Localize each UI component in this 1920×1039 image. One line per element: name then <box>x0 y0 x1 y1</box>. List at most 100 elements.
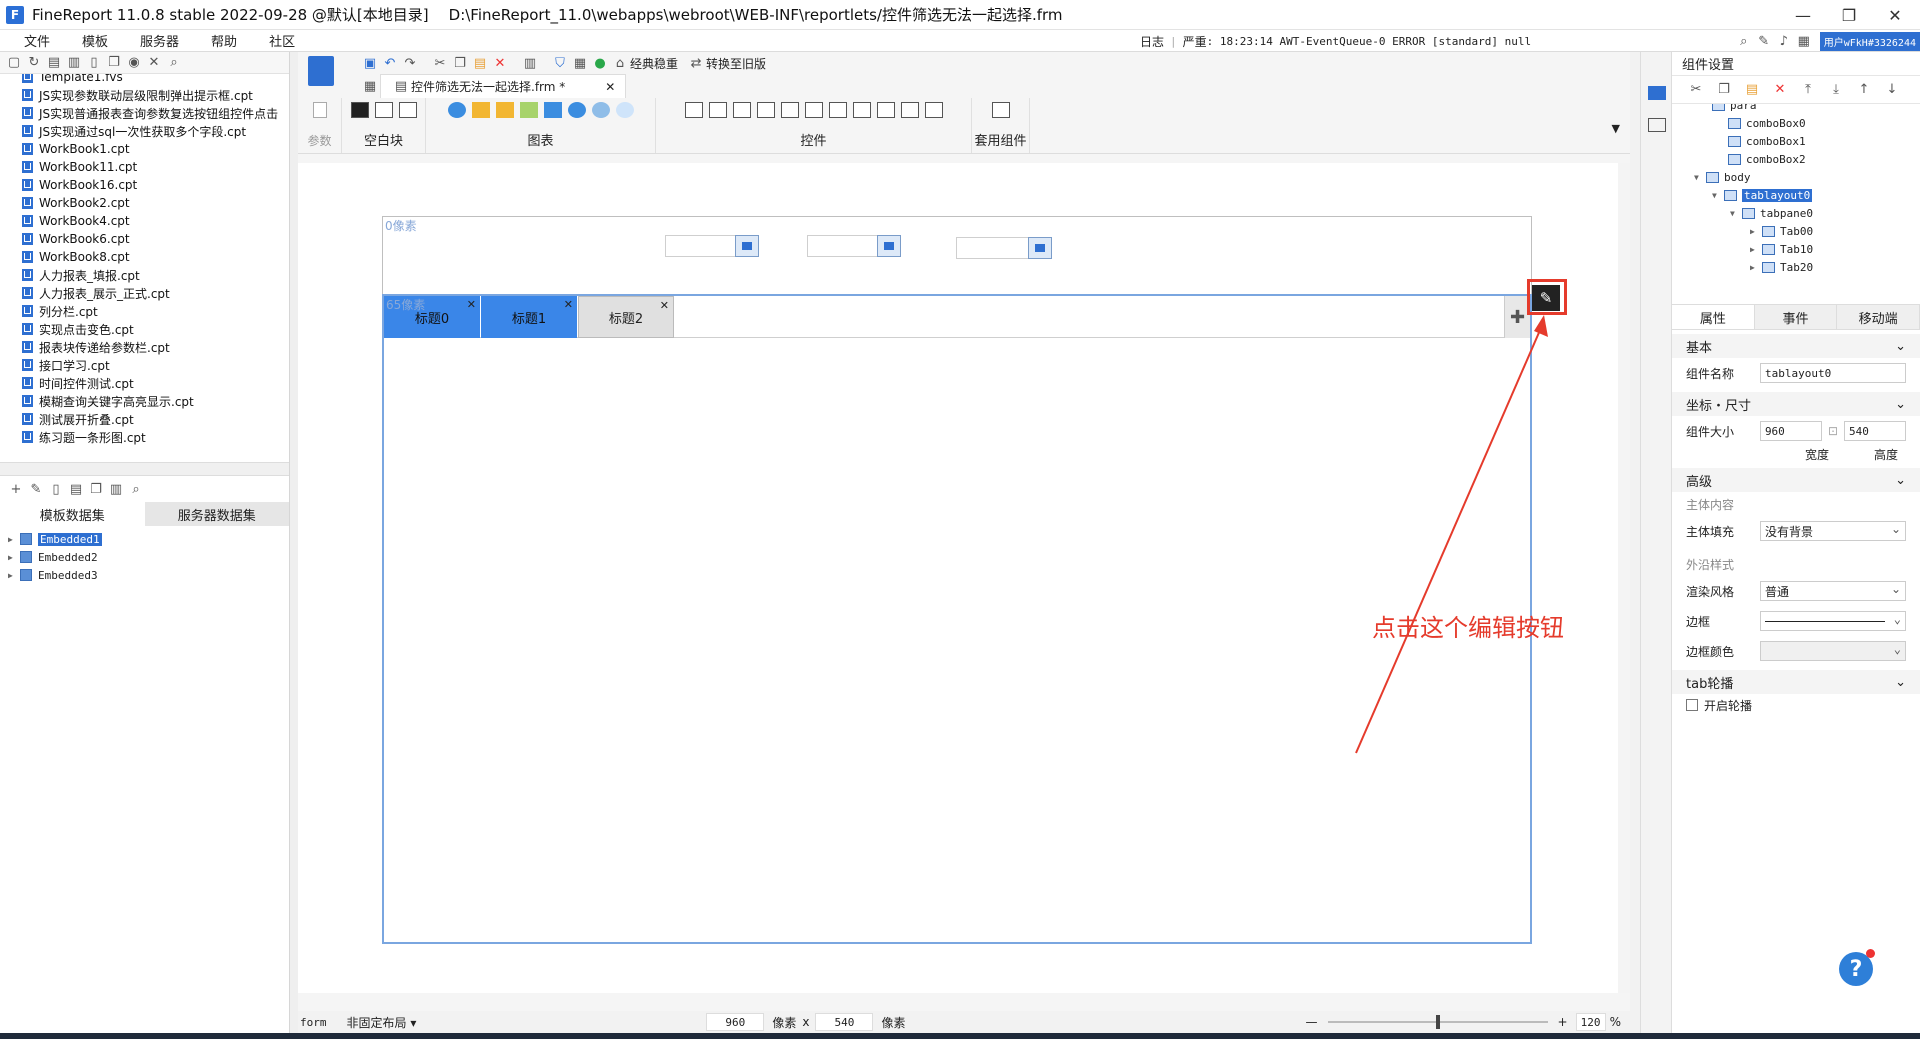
vertical-scrollbar[interactable] <box>1618 163 1630 993</box>
gauge-chart-icon[interactable] <box>567 102 586 118</box>
zoom-in-icon[interactable]: + <box>1558 1015 1568 1029</box>
expand-icon[interactable]: ▶ <box>8 571 20 580</box>
checkbox-control-icon[interactable] <box>876 102 895 118</box>
dataset-item[interactable]: ▶ Embedded2 <box>0 548 289 566</box>
file-item[interactable]: 列分栏.cpt <box>0 302 289 320</box>
document-tab[interactable]: ▤ 控件筛选无法一起选择.frm * ✕ <box>380 74 627 98</box>
file-item[interactable]: WorkBook11.cpt <box>0 158 289 176</box>
template-component-icon[interactable] <box>991 102 1010 118</box>
preview-control-icon[interactable] <box>924 102 943 118</box>
search-dataset-icon[interactable]: ⌕ <box>126 479 146 499</box>
search-files-icon[interactable]: ⌕ <box>164 53 184 73</box>
collapse-icon[interactable]: ✕ <box>144 53 164 73</box>
canvas-height-field[interactable]: 540 <box>815 1013 874 1031</box>
server-dataset-icon[interactable]: ▥ <box>106 479 126 499</box>
zoom-out-icon[interactable]: — <box>1306 1015 1318 1029</box>
valid-icon[interactable]: ● <box>590 53 610 73</box>
redo-icon[interactable]: ↷ <box>400 53 420 73</box>
param-icon[interactable] <box>312 102 327 118</box>
file-item[interactable]: 练习题一条形图.cpt <box>0 428 289 446</box>
combobox2[interactable] <box>956 237 1052 259</box>
section-advanced[interactable]: 高级 ⌄ <box>1672 468 1920 492</box>
copy-icon[interactable]: ❐ <box>450 53 470 73</box>
tree-node-combobox1[interactable]: comboBox1 <box>1728 132 1806 150</box>
convert-legacy-button[interactable]: ⇄ 转换至旧版 <box>686 53 766 73</box>
grid-icon[interactable]: ▦ <box>360 76 380 96</box>
tab-menu-icon[interactable]: ▼ <box>1612 122 1620 135</box>
file-item[interactable]: WorkBook16.cpt <box>0 176 289 194</box>
open-icon[interactable]: ▤ <box>44 53 64 73</box>
minimize-button[interactable]: — <box>1780 0 1826 30</box>
preview-dataset-icon[interactable]: ▤ <box>66 479 86 499</box>
file-item[interactable]: 实现点击变色.cpt <box>0 320 289 338</box>
radio-control-icon[interactable] <box>900 102 919 118</box>
tree-node-tab10[interactable]: ▶ Tab10 <box>1750 240 1813 258</box>
notes-icon[interactable]: ✎ <box>1754 31 1774 51</box>
refresh-icon[interactable]: ↻ <box>24 53 44 73</box>
copy-icon[interactable]: ❐ <box>1714 80 1734 100</box>
section-coord-size[interactable]: 坐标・尺寸 ⌄ <box>1672 392 1920 416</box>
bar-chart-icon[interactable] <box>471 102 490 118</box>
tree-node-combobox0[interactable]: comboBox0 <box>1728 114 1806 132</box>
border-color-select[interactable] <box>1760 641 1906 661</box>
line-chart-icon[interactable] <box>519 102 538 118</box>
menu-help[interactable]: 帮助 <box>195 31 253 50</box>
area-chart-icon[interactable] <box>543 102 562 118</box>
tab-mobile[interactable]: 移动端 <box>1837 305 1920 329</box>
menu-server[interactable]: 服务器 <box>124 31 195 50</box>
panel-divider[interactable] <box>0 462 289 476</box>
combobox0[interactable] <box>665 235 759 257</box>
component-name-input[interactable]: tablayout0 <box>1760 363 1906 383</box>
radar-chart-icon[interactable] <box>591 102 610 118</box>
file-item[interactable]: WorkBook8.cpt <box>0 248 289 266</box>
para-region[interactable]: 0像素 <box>382 216 1532 296</box>
close-window-button[interactable]: ✕ <box>1872 0 1918 30</box>
component-settings-icon[interactable] <box>1648 86 1666 100</box>
expand-icon[interactable]: ▼ <box>1712 191 1724 200</box>
dataset-item[interactable]: ▶ Embedded1 <box>0 530 289 548</box>
height-stepper[interactable]: 540 <box>1844 421 1906 441</box>
tree-node-combobox2[interactable]: comboBox2 <box>1728 150 1806 168</box>
combobox1[interactable] <box>807 235 901 257</box>
dropdown-icon[interactable] <box>735 235 759 257</box>
collapse-icon[interactable]: ▶ <box>1750 263 1762 272</box>
user-badge[interactable]: 用户wFkH#3326244 <box>1819 31 1920 51</box>
width-stepper[interactable]: 960 <box>1759 421 1822 441</box>
classic-style-button[interactable]: ⌂ 经典稳重 <box>610 53 678 73</box>
file-item[interactable]: 时间控件测试.cpt <box>0 374 289 392</box>
split-layout-icon[interactable] <box>374 102 393 118</box>
maximize-button[interactable]: ❐ <box>1826 0 1872 30</box>
tab-title2[interactable]: 标题2 ✕ <box>578 296 674 338</box>
add-dataset-icon[interactable]: + <box>6 479 26 499</box>
tree-node-body[interactable]: ▼ body <box>1694 168 1751 186</box>
combo-control-icon[interactable] <box>756 102 775 118</box>
file-item[interactable]: JS实现普通报表查询参数复选按钮组控件点击 <box>0 104 289 122</box>
locate-icon[interactable]: ◉ <box>124 53 144 73</box>
bell-icon[interactable]: ♪ <box>1774 31 1794 51</box>
tree-node-tabpane0[interactable]: ▼ tabpane0 <box>1730 204 1813 222</box>
move-up-icon[interactable]: ↑ <box>1854 80 1874 100</box>
tab-properties[interactable]: 属性 <box>1672 305 1755 329</box>
tab-template-datasets[interactable]: 模板数据集 <box>0 502 145 526</box>
component-panel-icon[interactable] <box>308 56 334 86</box>
collapse-icon[interactable]: ▶ <box>1750 227 1762 236</box>
move-top-icon[interactable]: ⤒ <box>1798 80 1818 100</box>
undo-icon[interactable]: ↶ <box>380 53 400 73</box>
move-down-icon[interactable]: ↓ <box>1882 80 1902 100</box>
tab-server-datasets[interactable]: 服务器数据集 <box>144 502 289 526</box>
search-icon[interactable]: ⌕ <box>1734 31 1754 51</box>
lock-icon[interactable]: ⊡ <box>1828 424 1838 438</box>
close-icon[interactable]: ✕ <box>660 299 669 312</box>
canvas-width-field[interactable]: 960 <box>706 1013 765 1031</box>
cut-icon[interactable]: ✂ <box>1686 80 1706 100</box>
layout-select[interactable]: 非固定布局 ▾ <box>347 1014 417 1031</box>
dropdown-icon[interactable] <box>1028 237 1052 259</box>
new-file-icon[interactable]: ▢ <box>4 53 24 73</box>
preview-icon[interactable]: ▥ <box>520 53 540 73</box>
close-icon[interactable]: ✕ <box>467 298 476 311</box>
edit-dataset-icon[interactable]: ✎ <box>26 479 46 499</box>
layers-icon[interactable] <box>1648 118 1666 132</box>
tree-node-tab20[interactable]: ▶ Tab20 <box>1750 258 1813 276</box>
cut-icon[interactable]: ✂ <box>430 53 450 73</box>
textarea-control-icon[interactable] <box>852 102 871 118</box>
